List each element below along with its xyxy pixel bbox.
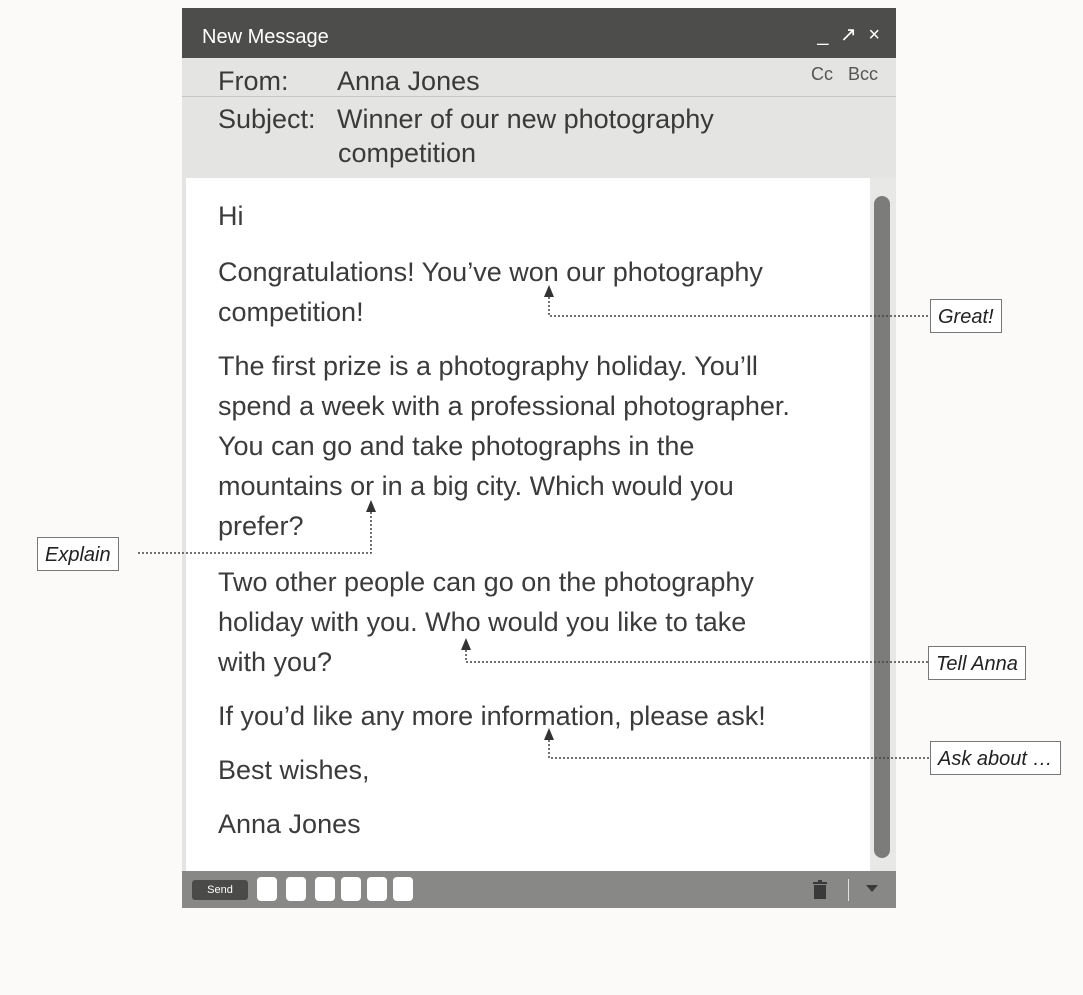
explain-connector xyxy=(136,512,372,554)
tell-anna-connector xyxy=(465,650,929,663)
arrow-up-icon xyxy=(461,638,471,650)
callout-ask-about: Ask about … xyxy=(930,741,1061,775)
arrow-up-icon xyxy=(544,728,554,740)
ask-about-connector xyxy=(548,740,929,759)
annotation-connectors xyxy=(136,285,929,759)
callout-explain: Explain xyxy=(37,537,119,571)
arrow-up-icon xyxy=(366,500,376,512)
callout-great: Great! xyxy=(930,299,1002,333)
arrow-up-icon xyxy=(544,285,554,297)
callout-tell-anna: Tell Anna xyxy=(928,646,1026,680)
great-connector xyxy=(548,297,929,317)
